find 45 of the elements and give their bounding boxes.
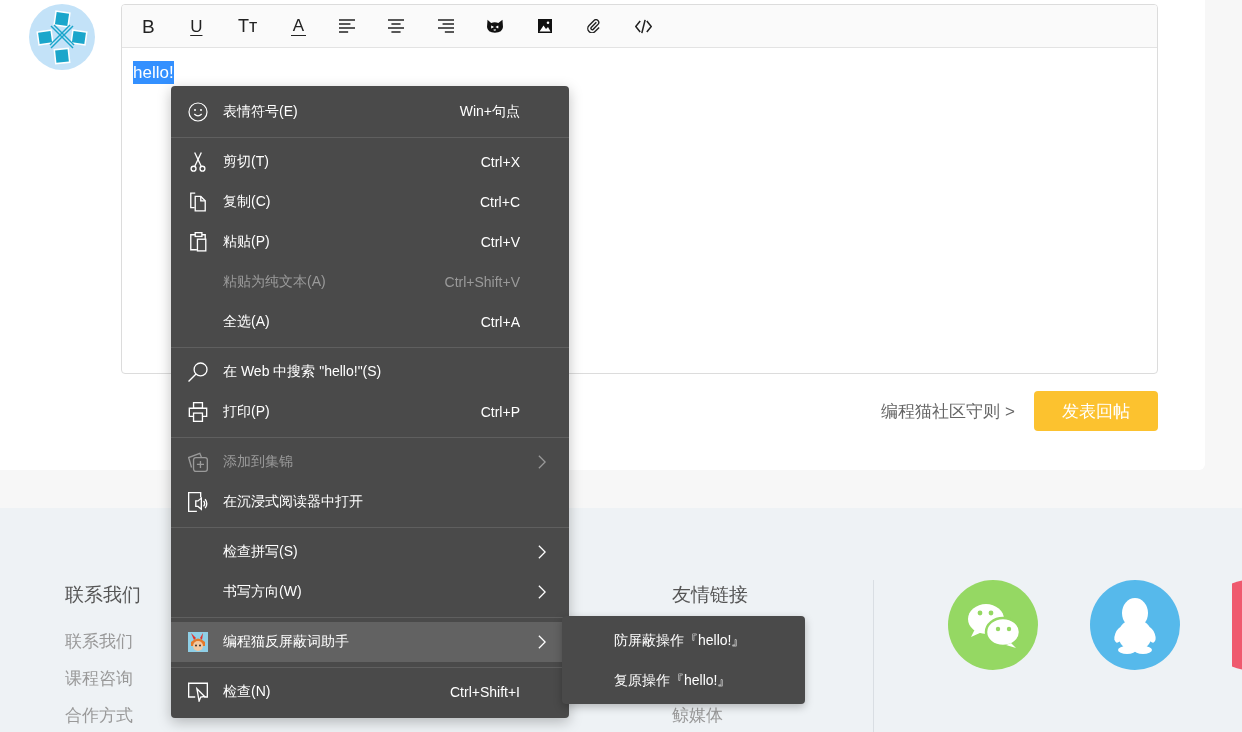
bold-button[interactable]: B bbox=[140, 16, 157, 36]
smiley-icon bbox=[188, 102, 208, 122]
keyboard-shortcut: Ctrl+A bbox=[480, 314, 520, 330]
scissors-icon bbox=[188, 152, 208, 172]
cat-face-icon bbox=[487, 19, 504, 33]
font-size-button[interactable]: Tᴛ bbox=[235, 17, 260, 35]
menu-item[interactable]: 剪切(T) Ctrl+X bbox=[171, 142, 569, 182]
menu-item[interactable]: 表情符号(E) Win+句点 bbox=[171, 92, 569, 132]
copy-icon bbox=[188, 192, 208, 212]
font-color-button[interactable]: A bbox=[290, 16, 307, 36]
menu-item[interactable]: 在沉浸式阅读器中打开 bbox=[171, 482, 569, 522]
paperclip-icon bbox=[586, 19, 603, 33]
menu-item[interactable]: 书写方向(W) bbox=[171, 572, 569, 612]
align-right-icon bbox=[437, 19, 454, 33]
menu-item[interactable]: 全选(A) Ctrl+A bbox=[171, 302, 569, 342]
keyboard-shortcut: Ctrl+V bbox=[480, 234, 520, 250]
menu-item[interactable]: 复制(C) Ctrl+C bbox=[171, 182, 569, 222]
search-icon bbox=[188, 362, 208, 382]
keyboard-shortcut: Ctrl+P bbox=[480, 404, 520, 420]
mascot-icon bbox=[188, 632, 208, 652]
keyboard-shortcut: Ctrl+Shift+V bbox=[444, 274, 520, 290]
community-rules-link[interactable]: 编程猫社区守则 > bbox=[881, 399, 1015, 423]
menu-item[interactable]: 检查拼写(S) bbox=[171, 532, 569, 572]
clipboard-icon bbox=[188, 232, 208, 252]
keyboard-shortcut: Ctrl+X bbox=[480, 154, 520, 170]
footer-heading: 友情链接 bbox=[672, 583, 748, 607]
printer-icon bbox=[188, 402, 208, 422]
book-speaker-icon bbox=[188, 492, 208, 512]
footer-heading: 联系我们 bbox=[65, 583, 141, 607]
menu-item[interactable]: 在 Web 中搜索 "hello!"(S) bbox=[171, 352, 569, 392]
menu-item[interactable]: 粘贴(P) Ctrl+V bbox=[171, 222, 569, 262]
editor-text: hello! bbox=[133, 61, 174, 84]
submenu-item[interactable]: 复原操作『hello!』 bbox=[562, 660, 805, 700]
keyboard-shortcut: Win+句点 bbox=[459, 103, 520, 121]
keyboard-shortcut: Ctrl+Shift+I bbox=[449, 684, 520, 700]
avatar-icon bbox=[29, 4, 95, 70]
underline-button[interactable]: U bbox=[188, 17, 205, 35]
align-left-icon bbox=[338, 19, 355, 33]
keyboard-shortcut: Ctrl+C bbox=[479, 194, 520, 210]
image-icon bbox=[536, 19, 553, 33]
menu-item[interactable]: 打印(P) Ctrl+P bbox=[171, 392, 569, 432]
code-icon bbox=[635, 18, 653, 34]
cursor-screen-icon bbox=[188, 682, 208, 702]
plus-square-icon bbox=[188, 452, 208, 472]
align-center-icon bbox=[388, 19, 405, 33]
